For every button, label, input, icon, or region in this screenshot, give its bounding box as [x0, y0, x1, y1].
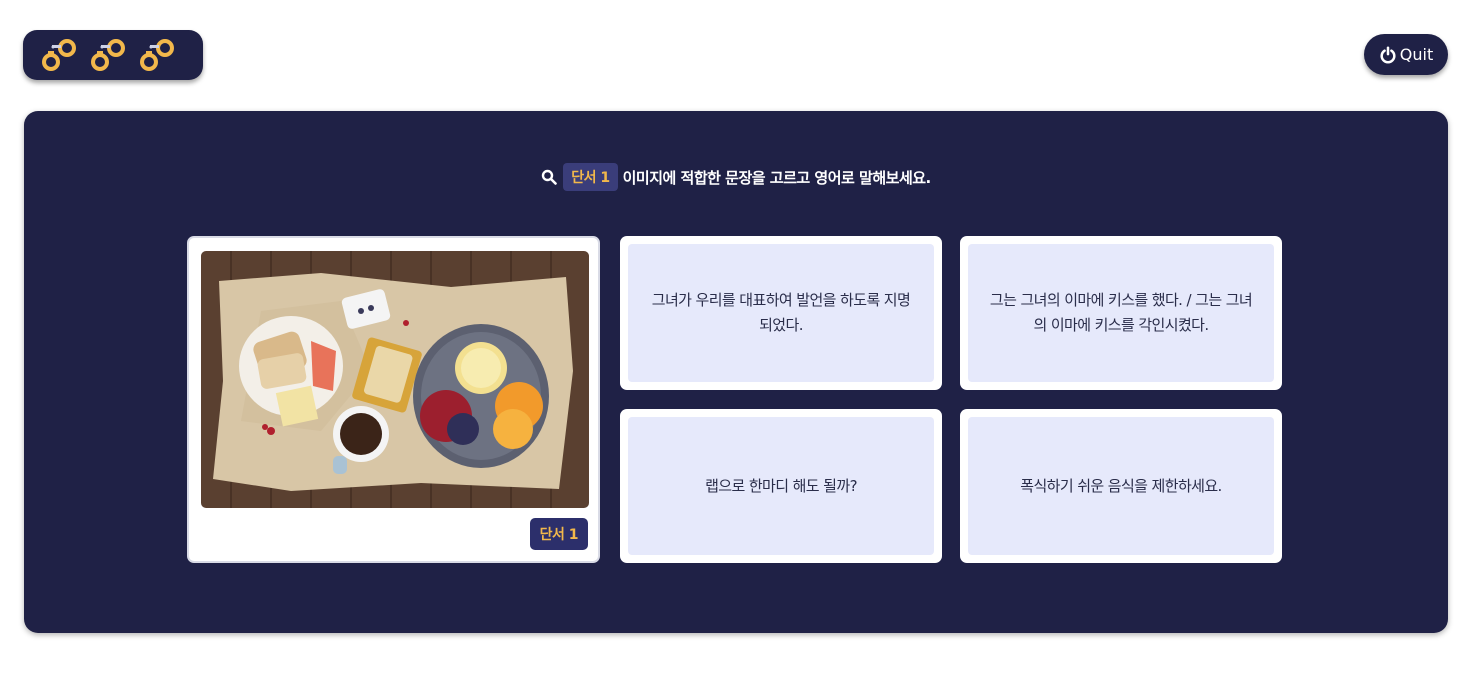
answer-option-text: 랩으로 한마디 해도 될까?	[628, 417, 934, 555]
quit-label: Quit	[1399, 45, 1434, 64]
answer-option-text: 그녀가 우리를 대표하여 발언을 하도록 지명되었다.	[628, 244, 934, 382]
handcuffs-icon	[140, 39, 174, 71]
answer-option-3[interactable]: 랩으로 한마디 해도 될까?	[620, 409, 942, 563]
answer-option-1[interactable]: 그녀가 우리를 대표하여 발언을 하도록 지명되었다.	[620, 236, 942, 390]
quit-button[interactable]: Quit	[1364, 34, 1448, 75]
answer-option-text: 폭식하기 쉬운 음식을 제한하세요.	[968, 417, 1274, 555]
search-icon	[542, 169, 558, 185]
clue-badge: 단서 1	[529, 518, 588, 550]
lives-indicator	[23, 30, 203, 80]
answer-option-4[interactable]: 폭식하기 쉬운 음식을 제한하세요.	[960, 409, 1282, 563]
answer-option-text: 그는 그녀의 이마에 키스를 했다. / 그는 그녀의 이마에 키스를 각인시켰…	[968, 244, 1274, 382]
breakfast-photo	[201, 251, 589, 508]
power-icon	[1380, 46, 1396, 64]
handcuffs-icon	[42, 39, 76, 71]
question-panel: 단서 1 이미지에 적합한 문장을 고르고 영어로 말해보세요. 단서 1 그녀…	[24, 111, 1448, 633]
clue-image-card: 단서 1	[187, 236, 600, 563]
hint-badge: 단서 1	[563, 163, 618, 191]
handcuffs-icon	[91, 39, 125, 71]
instruction-text: 이미지에 적합한 문장을 고르고 영어로 말해보세요.	[622, 168, 932, 187]
instruction-bar: 단서 1 이미지에 적합한 문장을 고르고 영어로 말해보세요.	[24, 163, 1448, 191]
answer-option-2[interactable]: 그는 그녀의 이마에 키스를 했다. / 그는 그녀의 이마에 키스를 각인시켰…	[960, 236, 1282, 390]
